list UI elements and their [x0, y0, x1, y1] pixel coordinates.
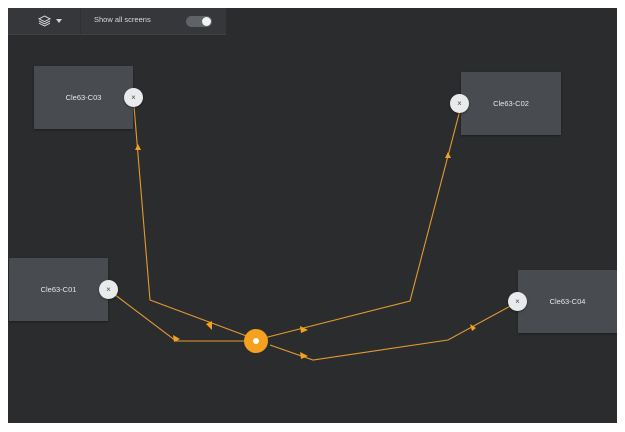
link-to-c04 [269, 302, 517, 361]
arrow-c02 [445, 152, 451, 158]
close-icon: × [131, 92, 136, 102]
toolbar: Show all screens [8, 8, 226, 35]
screen-label: Cle63-C01 [40, 285, 77, 294]
screen-label: Cle63-C04 [549, 297, 586, 306]
remove-screen-button[interactable]: × [99, 280, 118, 299]
layout-canvas: Show all screens Cle63-C03 × Cle63-C02 ×… [8, 8, 617, 423]
toggle-knob [202, 17, 211, 26]
remove-screen-button[interactable]: × [124, 88, 143, 107]
screen-cle63-c02[interactable]: Cle63-C02 [461, 72, 561, 135]
link-to-c03 [133, 105, 253, 339]
caret-down-icon [56, 19, 62, 23]
close-icon: × [515, 296, 520, 306]
screen-cle63-c03[interactable]: Cle63-C03 [34, 66, 133, 129]
link-to-c01 [109, 290, 246, 342]
source-hub-node[interactable] [244, 329, 268, 353]
link-to-c02 [263, 109, 461, 339]
hub-center-dot [253, 338, 259, 344]
arrow-c03 [135, 144, 141, 150]
close-icon: × [457, 98, 462, 108]
layers-icon [38, 15, 51, 27]
screen-label: Cle63-C02 [493, 99, 529, 108]
screen-cle63-c04[interactable]: Cle63-C04 [518, 270, 617, 333]
show-all-screens-label: Show all screens [94, 15, 151, 24]
close-icon: × [106, 284, 111, 294]
toolbar-divider [80, 8, 81, 34]
show-all-screens-toggle[interactable] [186, 16, 212, 27]
screen-label: Cle63-C03 [65, 93, 102, 102]
screen-cle63-c01[interactable]: Cle63-C01 [9, 258, 108, 321]
remove-screen-button[interactable]: × [508, 292, 527, 311]
layers-dropdown-button[interactable] [38, 13, 78, 29]
remove-screen-button[interactable]: × [450, 94, 469, 113]
